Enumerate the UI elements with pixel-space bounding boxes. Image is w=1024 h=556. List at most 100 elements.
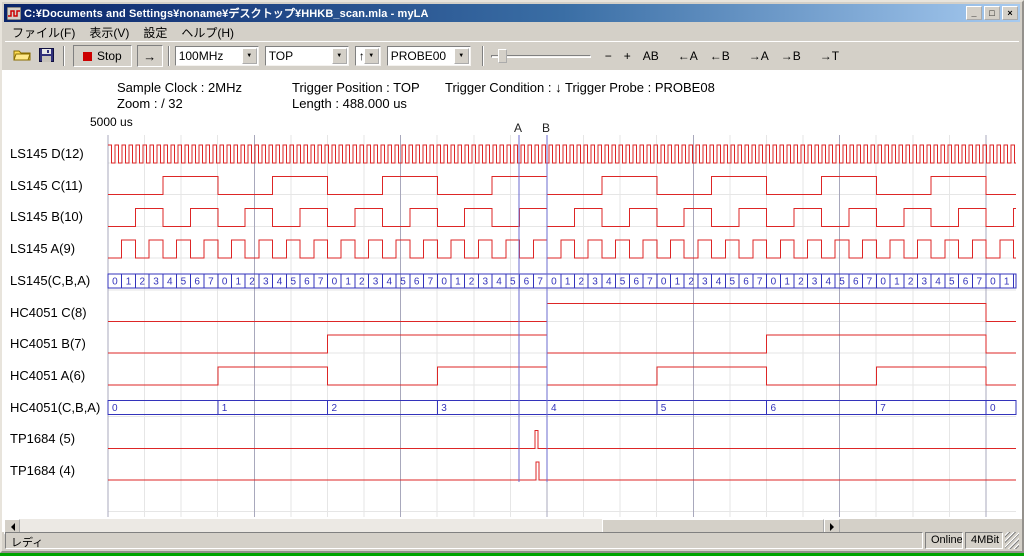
window-controls: _ □ ×	[966, 6, 1018, 20]
svg-text:2: 2	[332, 403, 338, 414]
zoom-slider[interactable]	[491, 46, 591, 66]
svg-text:5: 5	[949, 276, 955, 287]
goto-a-right-button[interactable]: →A	[746, 47, 772, 65]
stop-button[interactable]: Stop	[73, 45, 132, 67]
svg-text:4: 4	[935, 276, 941, 287]
svg-text:0: 0	[771, 276, 777, 287]
resize-grip[interactable]	[1005, 532, 1019, 549]
triangle-right-icon	[830, 523, 838, 531]
svg-text:2: 2	[359, 276, 365, 287]
svg-text:7: 7	[976, 276, 982, 287]
sample-clock-value: 100MHz	[176, 49, 242, 63]
open-button[interactable]	[10, 45, 34, 67]
svg-text:6: 6	[304, 276, 310, 287]
svg-text:0: 0	[112, 403, 118, 414]
minimize-button[interactable]: _	[966, 6, 982, 20]
svg-text:5: 5	[729, 276, 735, 287]
menu-settings[interactable]: 設定	[136, 23, 174, 42]
svg-text:3: 3	[702, 276, 708, 287]
svg-text:1: 1	[222, 403, 228, 414]
cursor-b-label[interactable]: B	[542, 121, 550, 135]
svg-text:4: 4	[606, 276, 612, 287]
svg-text:1: 1	[236, 276, 242, 287]
chevron-down-icon[interactable]: ▼	[242, 48, 257, 64]
menu-help[interactable]: ヘルプ(H)	[174, 23, 241, 42]
waveform-area: 0123456701234567012345670123456701234567…	[2, 135, 1024, 519]
trigger-position-info: Trigger Position : TOP	[292, 80, 420, 95]
svg-text:0: 0	[880, 276, 886, 287]
svg-text:2: 2	[140, 276, 146, 287]
svg-text:6: 6	[414, 276, 420, 287]
trigger-position-value: TOP	[266, 49, 332, 63]
svg-text:2: 2	[798, 276, 804, 287]
svg-text:1: 1	[784, 276, 790, 287]
svg-text:5: 5	[290, 276, 296, 287]
ab-button[interactable]: AB	[640, 47, 662, 65]
svg-text:3: 3	[263, 276, 269, 287]
menu-file[interactable]: ファイル(F)	[5, 23, 82, 42]
save-button[interactable]	[34, 45, 58, 67]
svg-text:4: 4	[551, 403, 557, 414]
chevron-down-icon[interactable]: ▼	[364, 48, 379, 64]
zoom-out-button[interactable]: −	[602, 47, 615, 65]
svg-text:3: 3	[373, 276, 379, 287]
trigger-edge-select[interactable]: ↑ ▼	[355, 46, 381, 66]
trigger-edge-value: ↑	[356, 49, 364, 63]
svg-text:6: 6	[853, 276, 859, 287]
cursor-a-label[interactable]: A	[514, 121, 522, 135]
menubar: ファイル(F) 表示(V) 設定 ヘルプ(H)	[5, 23, 1019, 41]
titlebar[interactable]: C:¥Documents and Settings¥noname¥デスクトップ¥…	[4, 4, 1020, 22]
svg-text:2: 2	[249, 276, 255, 287]
maximize-button[interactable]: □	[984, 6, 1000, 20]
close-button[interactable]: ×	[1002, 6, 1018, 20]
svg-text:7: 7	[647, 276, 653, 287]
svg-text:4: 4	[386, 276, 392, 287]
svg-text:5: 5	[400, 276, 406, 287]
triangle-left-icon	[7, 523, 15, 531]
goto-b-right-button[interactable]: →B	[778, 47, 804, 65]
open-folder-icon	[13, 48, 31, 64]
svg-text:4: 4	[716, 276, 722, 287]
svg-text:7: 7	[428, 276, 434, 287]
waveform-plot[interactable]: 0123456701234567012345670123456701234567…	[2, 135, 1024, 519]
trigger-position-select[interactable]: TOP ▼	[265, 46, 349, 66]
run-arrow-icon: →	[143, 49, 156, 64]
goto-a-left-button[interactable]: ←A	[675, 47, 701, 65]
svg-text:7: 7	[208, 276, 214, 287]
svg-text:4: 4	[277, 276, 283, 287]
zoom-in-button[interactable]: +	[621, 47, 634, 65]
svg-text:2: 2	[688, 276, 694, 287]
svg-text:6: 6	[771, 403, 777, 414]
chevron-down-icon[interactable]: ▼	[332, 48, 347, 64]
goto-b-left-button[interactable]: ←B	[707, 47, 733, 65]
time-scale-label: 5000 us	[90, 115, 133, 129]
chevron-down-icon[interactable]: ▼	[454, 48, 469, 64]
probe-value: PROBE00	[388, 49, 454, 63]
sample-clock-info: Sample Clock : 2MHz	[117, 80, 242, 95]
svg-text:3: 3	[922, 276, 928, 287]
svg-text:7: 7	[880, 403, 886, 414]
svg-text:0: 0	[990, 276, 996, 287]
svg-text:1: 1	[1004, 276, 1010, 287]
status-ready: レディ	[5, 532, 923, 549]
stop-label: Stop	[97, 49, 122, 63]
svg-text:7: 7	[318, 276, 324, 287]
svg-text:1: 1	[565, 276, 571, 287]
probe-select[interactable]: PROBE00 ▼	[387, 46, 471, 66]
svg-text:7: 7	[537, 276, 543, 287]
sample-clock-select[interactable]: 100MHz ▼	[175, 46, 259, 66]
svg-text:5: 5	[510, 276, 516, 287]
svg-text:0: 0	[441, 276, 447, 287]
svg-text:5: 5	[661, 403, 667, 414]
svg-text:3: 3	[153, 276, 159, 287]
slider-thumb[interactable]	[498, 49, 507, 63]
svg-text:3: 3	[441, 403, 447, 414]
svg-text:1: 1	[455, 276, 461, 287]
svg-text:0: 0	[222, 276, 228, 287]
run-button[interactable]: →	[137, 45, 163, 67]
main-client-area: Sample Clock : 2MHz Trigger Position : T…	[2, 70, 1022, 532]
stop-icon	[83, 52, 92, 61]
menu-view[interactable]: 表示(V)	[82, 23, 136, 42]
svg-text:0: 0	[990, 403, 996, 414]
goto-trigger-button[interactable]: →T	[817, 47, 842, 65]
